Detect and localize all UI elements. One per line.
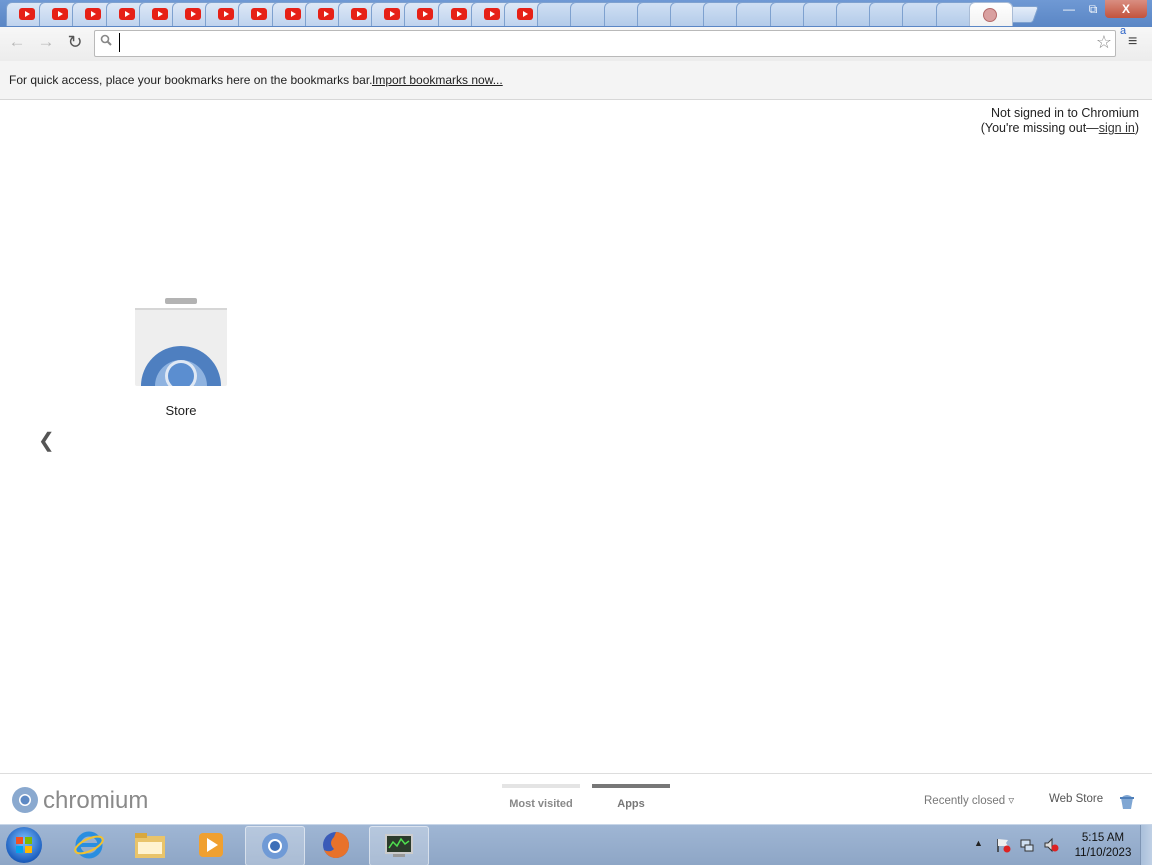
youtube-icon — [384, 8, 400, 20]
omnibox[interactable]: ☆ — [94, 30, 1116, 57]
show-hidden-icons-button[interactable]: ▲ — [974, 838, 983, 848]
bookmarks-hint: For quick access, place your bookmarks h… — [9, 73, 373, 87]
trash-icon[interactable] — [1118, 790, 1136, 810]
signin-prefix: (You're missing out— — [980, 121, 1099, 135]
web-store-link[interactable]: Web Store — [1049, 793, 1103, 805]
signin-suffix: ) — [1134, 121, 1139, 135]
firefox-icon — [323, 832, 349, 858]
store-icon — [135, 298, 227, 386]
tab-most-visited[interactable]: Most visited — [502, 784, 580, 810]
youtube-icon — [417, 8, 433, 20]
taskbar: ▲ 5:15 AM 11/10/2023 — [0, 824, 1152, 866]
tab-indicator — [502, 784, 580, 788]
clock-time: 5:15 AM — [1081, 832, 1125, 844]
system-clock[interactable]: 5:15 AM 11/10/2023 — [1070, 831, 1136, 861]
youtube-icon — [19, 8, 35, 20]
toolbar: ← → ↻ ☆ a ≡ — [0, 25, 1152, 61]
app-label: Store — [165, 403, 197, 418]
tab-label: Apps — [617, 798, 645, 810]
maximize-button[interactable]: ⧉ — [1081, 0, 1105, 18]
chromium-logo-text: chromium — [43, 787, 149, 814]
youtube-icon — [351, 8, 367, 20]
internet-explorer-icon — [74, 831, 104, 859]
youtube-icon — [218, 8, 234, 20]
clock-date: 11/10/2023 — [1074, 847, 1132, 859]
title-bar: — ⧉ X ↖ — [0, 0, 1152, 29]
sign-in-link[interactable]: sign in — [1099, 121, 1135, 135]
chromium-logo-icon — [12, 787, 38, 813]
close-button[interactable]: X — [1105, 0, 1147, 18]
crashed-tab-icon — [983, 8, 997, 22]
youtube-icon — [318, 8, 334, 20]
youtube-icon — [185, 8, 201, 20]
back-button[interactable]: ← — [6, 32, 28, 52]
taskbar-media-player[interactable] — [182, 826, 240, 864]
recently-closed-menu[interactable]: Recently closed ▿ — [924, 793, 1014, 807]
show-desktop-button[interactable] — [1140, 825, 1152, 865]
signin-promo: Not signed in to Chromium (You're missin… — [981, 106, 1139, 136]
start-button[interactable] — [6, 827, 42, 863]
taskbar-windows-explorer[interactable] — [121, 826, 179, 864]
media-player-icon — [199, 833, 223, 857]
reload-button[interactable]: ↻ — [64, 32, 86, 53]
minimize-button[interactable]: — — [1057, 0, 1081, 18]
search-icon — [100, 34, 112, 49]
youtube-icon — [484, 8, 500, 20]
youtube-icon — [451, 8, 467, 20]
action-center-icon[interactable] — [995, 837, 1011, 853]
taskbar-internet-explorer[interactable] — [60, 826, 118, 864]
task-manager-icon — [385, 834, 413, 857]
forward-button[interactable]: → — [35, 32, 57, 52]
youtube-icon — [52, 8, 68, 20]
chevron-down-icon: ▿ — [1008, 795, 1015, 807]
recently-closed-label: Recently closed — [924, 795, 1006, 807]
star-icon[interactable]: ☆ — [1096, 32, 1112, 53]
menu-button[interactable]: ≡ — [1128, 33, 1137, 51]
youtube-icon — [251, 8, 267, 20]
windows-logo-icon — [16, 837, 32, 853]
youtube-icon — [285, 8, 301, 20]
folder-icon — [135, 833, 165, 858]
taskbar-chromium[interactable] — [245, 826, 305, 866]
signin-line: (You're missing out—sign in) — [981, 121, 1139, 136]
youtube-icon — [517, 8, 533, 20]
chromium-icon — [262, 833, 288, 859]
bookmarks-bar: For quick access, place your bookmarks h… — [0, 61, 1152, 100]
import-bookmarks-link[interactable]: Import bookmarks now... — [372, 73, 503, 87]
tab-apps[interactable]: Apps — [592, 784, 670, 810]
tab-indicator — [592, 784, 670, 788]
taskbar-task-manager[interactable] — [369, 826, 429, 866]
youtube-icon — [119, 8, 135, 20]
youtube-icon — [85, 8, 101, 20]
tab-active[interactable] — [969, 2, 1013, 26]
ntp-footer: chromium Most visited Apps Recently clos… — [0, 773, 1152, 825]
taskbar-firefox[interactable] — [307, 826, 365, 864]
volume-muted-icon[interactable] — [1043, 837, 1059, 853]
signin-status: Not signed in to Chromium — [991, 106, 1139, 120]
tab-label: Most visited — [509, 798, 573, 810]
app-tile-store[interactable]: Store — [133, 296, 229, 420]
youtube-icon — [152, 8, 168, 20]
network-icon[interactable] — [1019, 837, 1035, 853]
address-input[interactable] — [119, 33, 1084, 52]
extension-icon[interactable]: a — [1120, 25, 1126, 37]
previous-page-arrow[interactable]: ❮ — [38, 428, 55, 453]
